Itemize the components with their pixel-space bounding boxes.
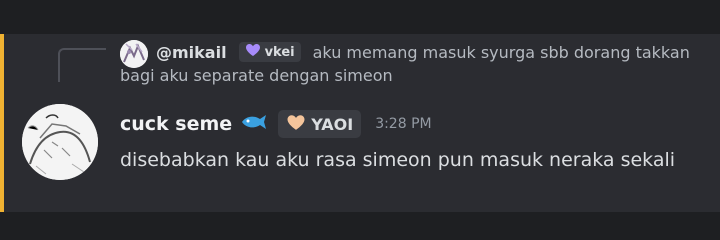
purple-heart-icon: [245, 43, 261, 61]
author-name[interactable]: cuck seme: [120, 113, 232, 135]
author-avatar[interactable]: [22, 104, 98, 180]
message-content: disebabkan kau aku rasa simeon pun masuk…: [120, 149, 676, 171]
reply-avatar[interactable]: [120, 40, 148, 68]
previous-message-area: [0, 0, 720, 34]
reply-preview-text-continued[interactable]: bagi aku separate dengan simeon: [120, 66, 393, 85]
reply-username[interactable]: @mikail: [156, 43, 227, 62]
author-role-tag[interactable]: YAOI: [278, 110, 362, 138]
next-message-area: [0, 212, 720, 240]
reply-role-tag[interactable]: vkei: [238, 42, 301, 62]
message-row[interactable]: @mikail vkei aku memang masuk syurga sbb…: [0, 34, 720, 212]
message-timestamp[interactable]: 3:28 PM: [375, 116, 431, 132]
author-role-tag-label: YAOI: [311, 114, 354, 134]
peach-heart-icon: [286, 114, 306, 135]
fish-icon: [240, 113, 268, 135]
mention-highlight-bar: [0, 34, 4, 212]
reply-preview-text[interactable]: aku memang masuk syurga sbb dorang takka…: [313, 43, 690, 62]
reply-spine-line: [58, 48, 106, 82]
reply-role-tag-label: vkei: [264, 44, 295, 60]
